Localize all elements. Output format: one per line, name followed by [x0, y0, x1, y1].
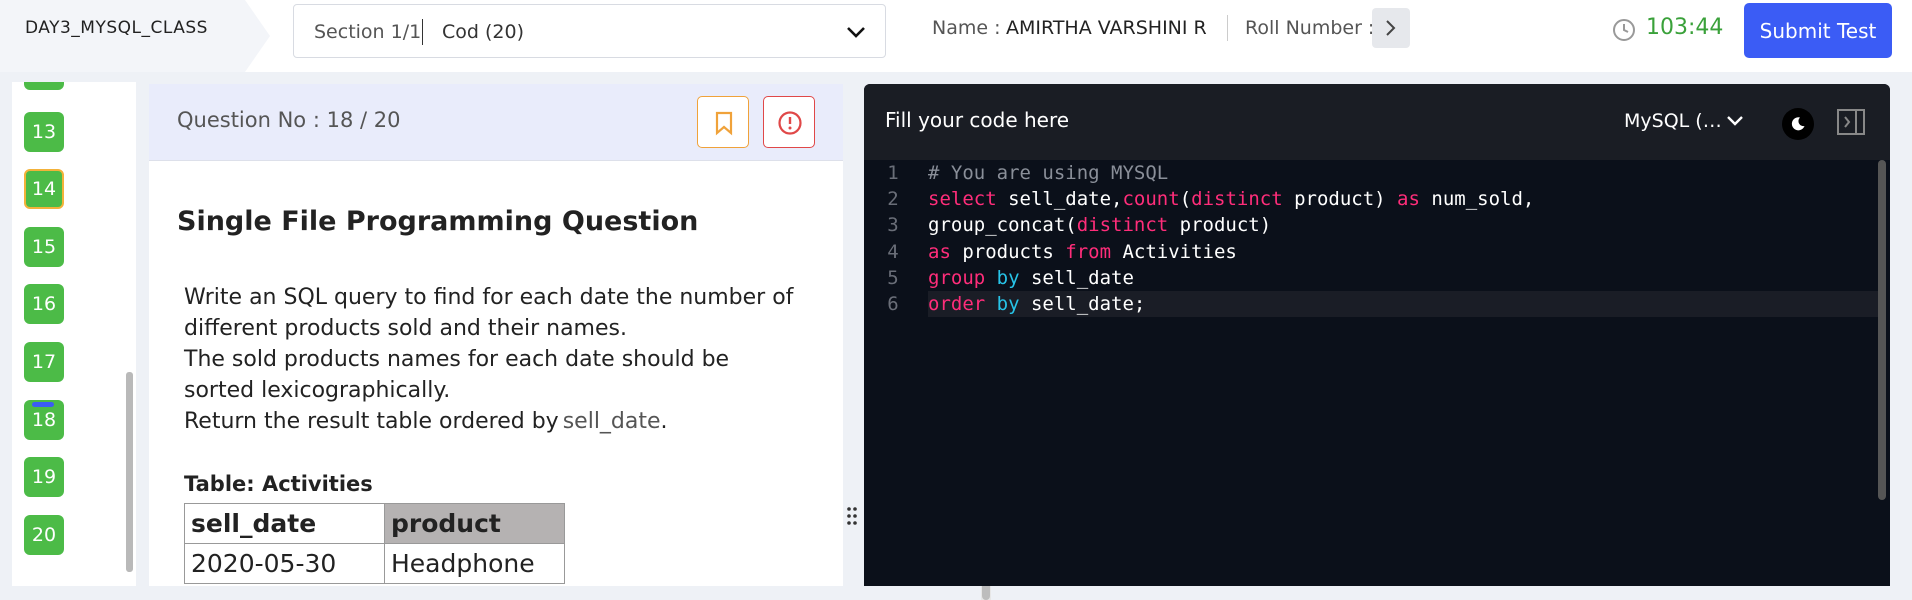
editor-scrollbar[interactable] — [1876, 160, 1888, 586]
code-line: group by sell_date — [928, 266, 1134, 289]
question-button-19[interactable]: 19 — [24, 457, 64, 497]
table-header-cell: product — [384, 503, 565, 544]
question-button-16[interactable]: 16 — [24, 284, 64, 324]
alert-icon — [778, 111, 802, 135]
drag-handle-icon[interactable] — [846, 505, 858, 527]
table-cell: Headphone — [384, 543, 565, 584]
chevron-down-icon[interactable] — [1724, 110, 1746, 132]
section-divider — [422, 19, 423, 45]
table-row: 2020-05-30 Headphone — [184, 543, 565, 584]
editor-title: Fill your code here — [885, 108, 1070, 132]
line-number: 5 — [887, 266, 899, 289]
roll-number-expand-button[interactable] — [1372, 8, 1410, 48]
question-nav: 13 14 15 16 17 18 19 20 — [12, 82, 136, 586]
question-number: 18 — [31, 409, 57, 431]
question-number-label: Question No : 18 / 20 — [177, 108, 401, 132]
timer: 103:44 — [1646, 15, 1724, 40]
code-line: as products from Activities — [928, 240, 1237, 263]
question-line: sorted lexicographically. — [184, 378, 451, 403]
question-panel: Question No : 18 / 20 Single File Progra… — [149, 84, 991, 600]
course-title: DAY3_MYSQL_CLASS — [25, 18, 208, 38]
submit-test-button[interactable]: Submit Test — [1744, 3, 1892, 58]
table-header-cell: sell_date — [184, 503, 385, 544]
question-button-12[interactable] — [24, 82, 64, 90]
theme-toggle-button[interactable] — [1782, 108, 1814, 140]
scrollbar-thumb[interactable] — [126, 372, 133, 572]
line-number: 6 — [887, 292, 899, 315]
line-number: 4 — [887, 240, 899, 263]
section-label: Section 1/1 — [314, 21, 422, 43]
clock-icon — [1613, 19, 1635, 41]
editor-header: Fill your code here MySQL (… — [864, 84, 1890, 160]
code-line-active: order by sell_date; — [928, 290, 1878, 318]
moon-icon — [1791, 117, 1805, 131]
question-nav-scrollbar[interactable] — [122, 82, 136, 586]
question-line: Return the result table ordered by sell_d… — [184, 406, 814, 437]
section-value: Cod (20) — [442, 21, 524, 43]
code-lines[interactable]: # You are using MYSQL select sell_date,c… — [928, 160, 1878, 318]
header: DAY3_MYSQL_CLASS Section 1/1 Cod (20) Na… — [0, 0, 1912, 72]
code-area[interactable]: 1 2 3 4 5 6 # You are using MYSQL select… — [864, 160, 1890, 586]
name-value: AMIRTHA VARSHINI R — [1006, 17, 1207, 39]
activities-table: sell_date product 2020-05-30 Headphone — [184, 503, 565, 584]
question-line-text: Return the result table ordered by — [184, 409, 559, 434]
question-button-15[interactable]: 15 — [24, 227, 64, 267]
question-text: Write an SQL query to find for each date… — [184, 282, 814, 437]
name-label: Name : — [932, 17, 1001, 39]
question-button-14[interactable]: 14 — [24, 169, 64, 209]
table-header-row: sell_date product — [184, 503, 565, 544]
question-button-13[interactable]: 13 — [24, 112, 64, 152]
course-title-tab: DAY3_MYSQL_CLASS — [0, 0, 270, 72]
line-number: 2 — [887, 188, 899, 211]
section-dropdown[interactable]: Section 1/1 Cod (20) — [293, 4, 886, 58]
code-comment: # You are using MYSQL — [928, 162, 1169, 184]
question-line: The sold products names for each date sh… — [184, 347, 730, 372]
table-cell: 2020-05-30 — [184, 543, 385, 584]
collapse-panel-icon[interactable] — [1836, 107, 1866, 137]
question-type: Single File Programming Question — [177, 206, 699, 237]
header-divider — [1227, 15, 1228, 41]
code-line: # You are using MYSQL — [928, 160, 1878, 186]
scrollbar-thumb[interactable] — [1878, 160, 1886, 500]
chevron-down-icon — [847, 27, 865, 38]
bookmark-button[interactable] — [697, 96, 749, 148]
language-selector[interactable]: MySQL (… — [1624, 110, 1722, 132]
code-editor-panel: Fill your code here MySQL (… 1 2 3 4 5 6… — [864, 84, 1890, 586]
line-number: 3 — [887, 214, 899, 237]
chevron-right-icon — [1386, 20, 1396, 36]
code-line: group_concat(distinct product) — [928, 214, 1272, 237]
report-button[interactable] — [763, 96, 815, 148]
inline-code: sell_date — [562, 409, 661, 434]
current-question-marker — [32, 402, 54, 407]
roll-number-label: Roll Number : — [1245, 17, 1375, 39]
question-button-20[interactable]: 20 — [24, 515, 64, 555]
question-line: different products sold and their names. — [184, 316, 627, 341]
question-header: Question No : 18 / 20 — [149, 84, 843, 161]
question-line: Write an SQL query to find for each date… — [184, 285, 794, 310]
question-button-17[interactable]: 17 — [24, 342, 64, 382]
line-number: 1 — [887, 162, 899, 184]
bookmark-icon — [715, 111, 733, 136]
question-line-end: . — [660, 409, 668, 434]
question-button-18[interactable]: 18 — [24, 400, 64, 440]
code-line: select sell_date,count(distinct product)… — [928, 188, 1535, 211]
line-number-gutter: 1 2 3 4 5 6 — [864, 160, 922, 586]
table-caption: Table: Activities — [184, 472, 373, 496]
